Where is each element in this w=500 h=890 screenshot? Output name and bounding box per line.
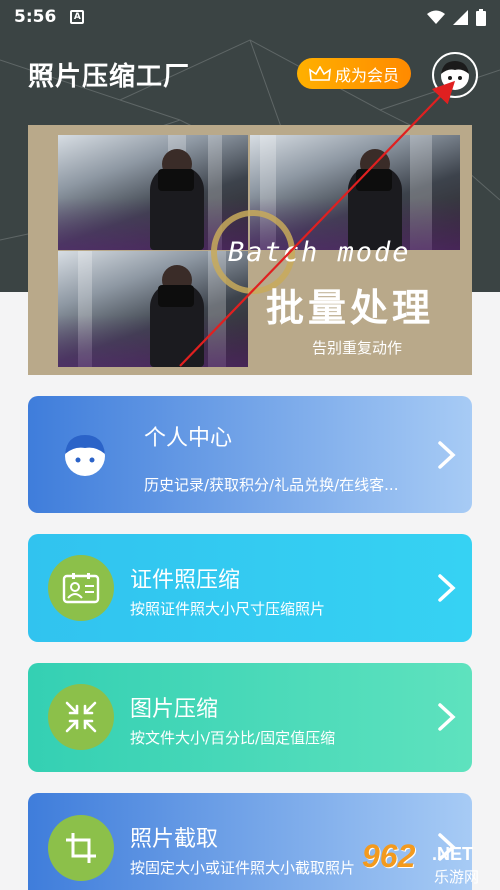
id-card-icon (62, 573, 100, 604)
personal-center-title: 个人中心 (144, 426, 233, 451)
watermark-number: 962 (362, 838, 416, 874)
id-card-icon-circle (48, 555, 114, 621)
become-member-button[interactable]: 成为会员 (297, 58, 411, 89)
banner-tagline: Batch mode (228, 237, 411, 268)
site-watermark: 962 .NET 乐游网 (362, 838, 496, 888)
become-member-label: 成为会员 (334, 65, 399, 85)
battery-icon (476, 8, 486, 26)
wifi-icon (427, 10, 445, 24)
id-photo-compress-subtitle: 按照证件照大小尺寸压缩照片 (130, 600, 326, 618)
crown-icon (309, 65, 331, 81)
chevron-right-icon (438, 441, 456, 469)
user-avatar-button[interactable] (432, 52, 478, 98)
personal-center-card[interactable]: 个人中心 历史记录/获取积分/礼品兑换/在线客... (28, 396, 472, 513)
user-face-icon (65, 435, 105, 476)
photo-crop-title: 照片截取 (130, 827, 219, 852)
image-compress-subtitle: 按文件大小/百分比/固定值压缩 (130, 729, 336, 747)
compress-arrows-icon (65, 701, 97, 733)
image-compress-card[interactable]: 图片压缩 按文件大小/百分比/固定值压缩 (28, 663, 472, 772)
watermark-net: .NET (432, 844, 474, 864)
id-photo-compress-title: 证件照压缩 (130, 568, 241, 593)
status-bar: 5:56 A (0, 0, 500, 34)
chevron-right-icon (438, 703, 456, 731)
id-photo-compress-card[interactable]: 证件照压缩 按照证件照大小尺寸压缩照片 (28, 534, 472, 642)
batch-mode-banner[interactable]: Batch mode 批量处理 告别重复动作 (28, 125, 472, 375)
chevron-right-icon (438, 574, 456, 602)
banner-subtitle: 告别重复动作 (312, 339, 403, 357)
image-compress-title: 图片压缩 (130, 697, 219, 722)
crop-icon (66, 833, 96, 863)
status-time: 5:56 (14, 7, 57, 27)
watermark-site: 乐游网 (434, 868, 480, 886)
personal-center-subtitle: 历史记录/获取积分/礼品兑换/在线客... (144, 476, 399, 494)
photo-crop-subtitle: 按固定大小或证件照大小截取照片 (130, 859, 356, 877)
notification-icon: A (70, 10, 85, 24)
signal-icon (453, 9, 468, 25)
user-avatar-icon (441, 61, 469, 90)
banner-title: 批量处理 (266, 286, 435, 330)
crop-icon-circle (48, 815, 114, 881)
app-title: 照片压缩工厂 (28, 62, 191, 92)
compress-icon-circle (48, 684, 114, 750)
